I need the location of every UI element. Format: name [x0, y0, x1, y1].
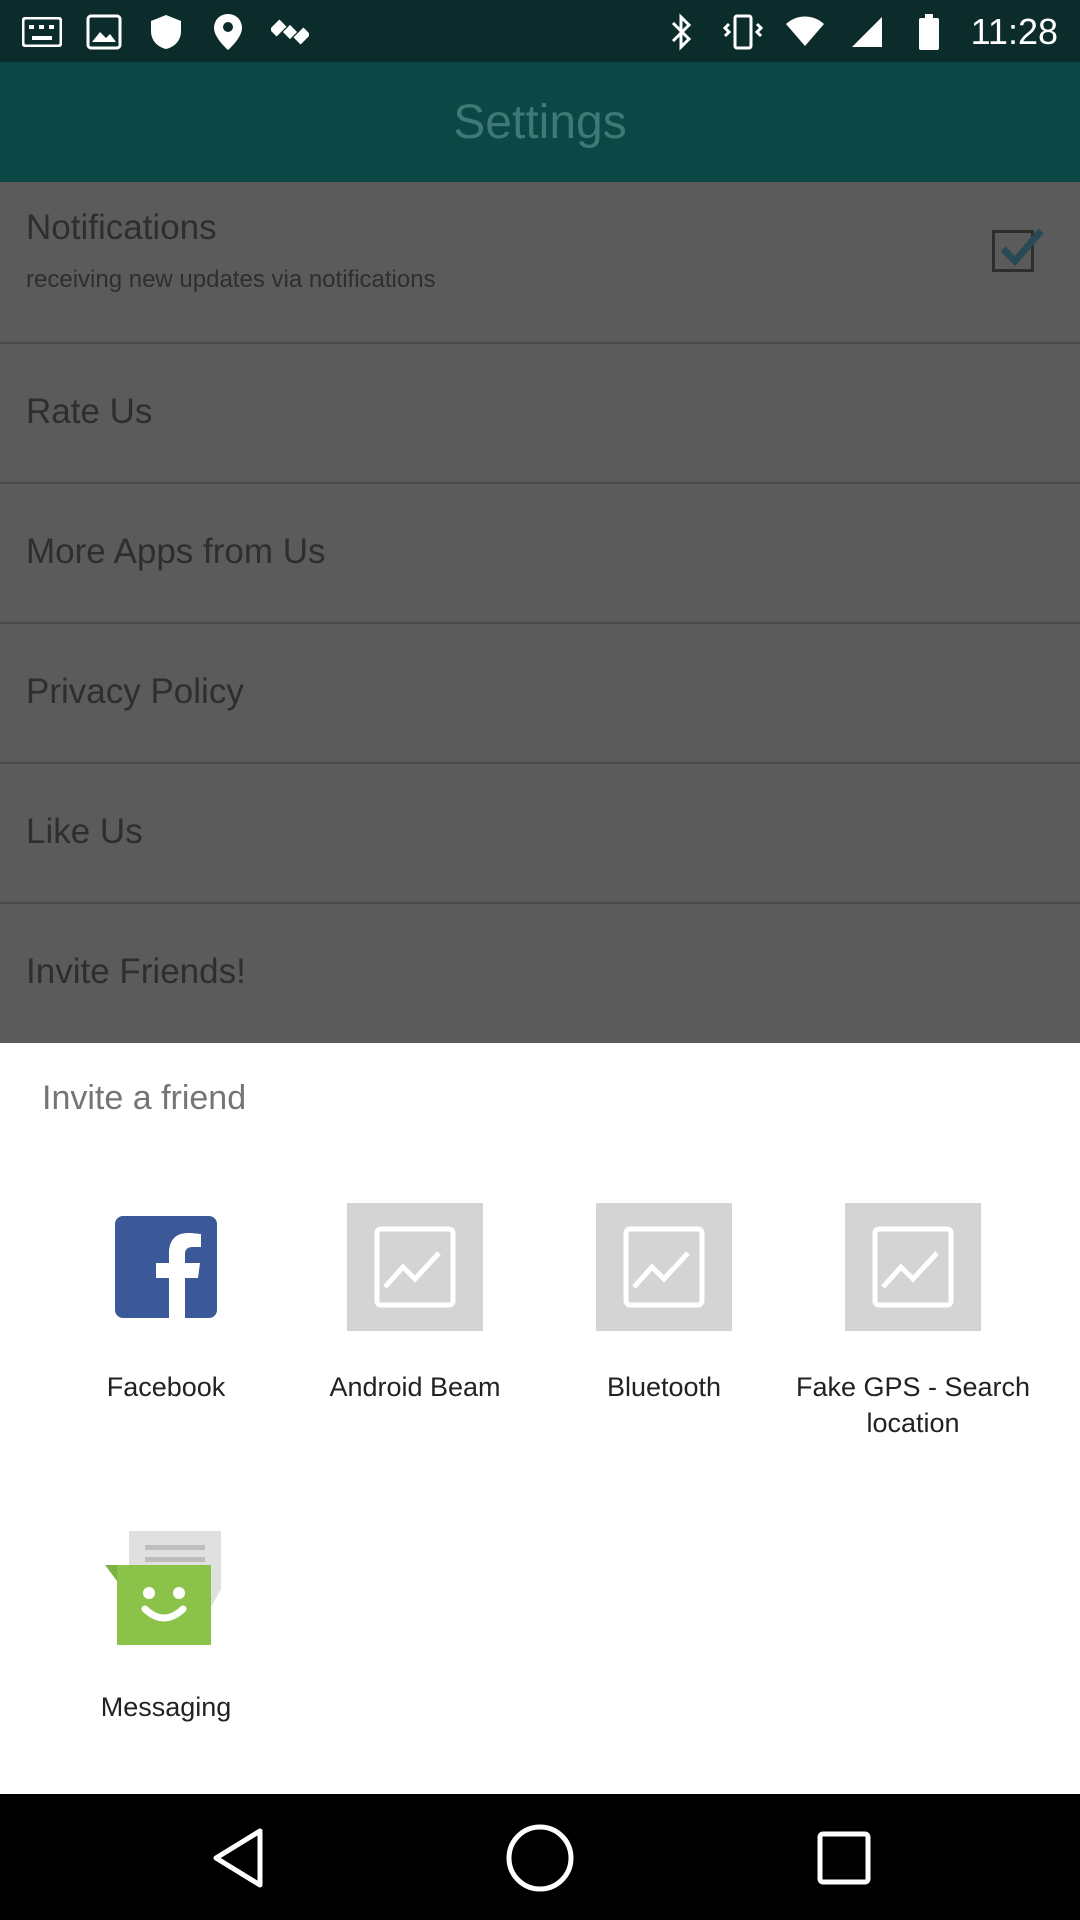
share-target-fake-gps[interactable]: Fake GPS - Search location: [788, 1203, 1038, 1441]
share-target-label: Android Beam: [329, 1372, 501, 1402]
settings-item-like-us[interactable]: Like Us: [0, 764, 1080, 904]
navigation-bar: [0, 1794, 1080, 1920]
settings-item-label: Invite Friends!: [26, 952, 246, 991]
vibrate-icon: [722, 12, 763, 52]
check-icon: [1000, 228, 1044, 267]
settings-item-more-apps[interactable]: More Apps from Us: [0, 484, 1080, 624]
wifi-icon: [785, 12, 825, 52]
page-title: Settings: [453, 95, 627, 149]
settings-item-label: Like Us: [26, 812, 143, 851]
notifications-checkbox[interactable]: [992, 228, 1044, 272]
status-bar: 11:28: [0, 0, 1080, 62]
settings-item-label: More Apps from Us: [26, 532, 326, 571]
share-target-facebook[interactable]: Facebook: [41, 1203, 291, 1405]
signal-icon: [847, 12, 887, 52]
bluetooth-icon: [661, 12, 701, 52]
battery-icon: [909, 12, 949, 52]
home-icon[interactable]: [500, 1818, 580, 1898]
notifications-row[interactable]: Notifications receiving new updates via …: [0, 182, 1080, 344]
notifications-subtitle: receiving new updates via notifications: [26, 266, 436, 293]
share-target-label: Messaging: [100, 1692, 232, 1722]
recents-icon[interactable]: [804, 1818, 884, 1898]
shield-icon: [146, 12, 186, 52]
image-placeholder-icon: [845, 1203, 981, 1331]
share-target-label: Fake GPS - Search location: [795, 1372, 1031, 1438]
keyboard-icon: [22, 12, 62, 52]
share-target-label: Bluetooth: [606, 1372, 722, 1402]
share-target-android-beam[interactable]: Android Beam: [290, 1203, 540, 1405]
app-bar: Settings: [0, 62, 1080, 182]
image-placeholder-icon: [596, 1203, 732, 1331]
settings-item-invite-friends[interactable]: Invite Friends!: [0, 904, 1080, 1044]
back-icon[interactable]: [198, 1818, 278, 1898]
status-time: 11:28: [970, 11, 1058, 52]
share-target-messaging[interactable]: Messaging: [41, 1523, 291, 1725]
settings-list: Notifications receiving new updates via …: [0, 182, 1080, 1044]
image-placeholder-icon: [347, 1203, 483, 1331]
settings-item-label: Rate Us: [26, 392, 153, 431]
settings-item-rate-us[interactable]: Rate Us: [0, 344, 1080, 484]
share-sheet-title: Invite a friend: [42, 1079, 247, 1117]
share-sheet: Invite a friend Facebook Android Beam Bl…: [0, 1043, 1080, 1794]
notifications-title: Notifications: [26, 208, 217, 247]
photo-icon: [84, 12, 124, 52]
settings-item-privacy-policy[interactable]: Privacy Policy: [0, 624, 1080, 764]
settings-item-label: Privacy Policy: [26, 672, 244, 711]
facebook-icon: [98, 1203, 234, 1331]
share-target-label: Facebook: [106, 1372, 226, 1402]
satellite-icon: [270, 12, 310, 52]
messaging-icon: [98, 1523, 234, 1651]
share-target-bluetooth[interactable]: Bluetooth: [539, 1203, 789, 1405]
fake-gps-icon: [208, 12, 248, 52]
